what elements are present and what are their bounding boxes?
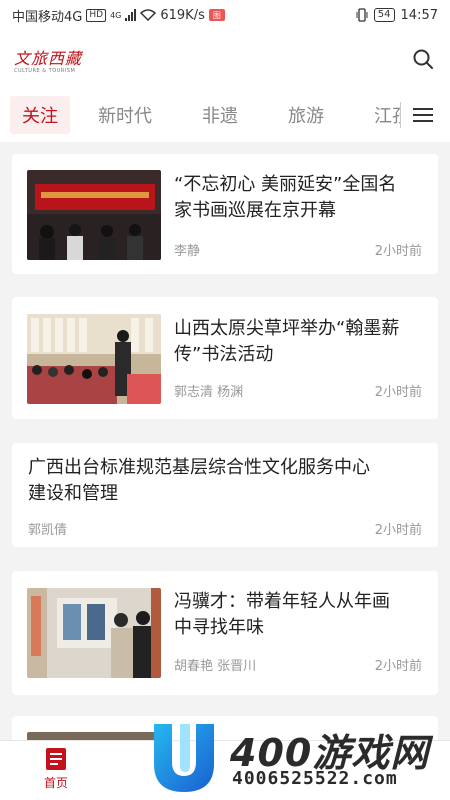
news-time: 2小时前 — [374, 523, 422, 538]
news-thumbnail — [27, 588, 161, 678]
tab-4[interactable]: 江孜 — [362, 96, 400, 134]
news-card[interactable]: 广西出台标准规范基层综合性文化服务中心 建设和管理 郭凯倩 2小时前 — [12, 443, 438, 547]
status-bar: 中国移动4G HD 4G 619K/s 图 54 14:57 — [0, 0, 450, 30]
clock: 14:57 — [400, 7, 438, 23]
tab-3[interactable]: 旅游 — [276, 96, 336, 134]
hamburger-menu-icon — [413, 108, 433, 122]
news-card[interactable]: 山西太原尖草坪举办“翰墨薪 传”书法活动 郭志清 杨渊 2小时前 — [12, 297, 438, 419]
nav-home-label: 首页 — [43, 776, 68, 790]
news-card[interactable]: 冯骥才：带着年轻人从年画 中寻找年味 胡春艳 张晋川 2小时前 — [12, 571, 438, 695]
logo-cn: 文旅西藏 — [14, 48, 83, 68]
news-time: 2小时前 — [374, 244, 422, 259]
news-time: 2小时前 — [374, 659, 422, 674]
news-title-line: 传”书法活动 — [174, 344, 274, 365]
logo-en: CULTURE & TOURISM — [14, 67, 76, 74]
news-author: 胡春艳 张晋川 — [174, 659, 257, 674]
news-title-line: 建设和管理 — [28, 483, 118, 504]
news-thumbnail — [27, 314, 161, 404]
news-author: 郭凯倩 — [28, 523, 68, 538]
app-logo: 文旅西藏 CULTURE & TOURISM — [14, 45, 82, 74]
news-author: 郭志清 杨渊 — [174, 385, 244, 400]
news-title-line: 广西出台标准规范基层综合性文化服务中心 — [28, 457, 370, 478]
watermark-logo-icon — [154, 724, 214, 792]
tab-1[interactable]: 新时代 — [86, 96, 164, 134]
signal-icon — [125, 9, 137, 21]
news-title: “不忘初心 美丽延安”全国名 家书画巡展在京开幕 — [174, 172, 396, 224]
channel-menu-button[interactable] — [401, 88, 445, 142]
news-thumbnail — [27, 170, 161, 260]
news-time: 2小时前 — [374, 385, 422, 400]
tab-scroll: 关注新时代非遗旅游江孜那 — [0, 96, 400, 134]
news-card[interactable]: “不忘初心 美丽延安”全国名 家书画巡展在京开幕 李静 2小时前 — [12, 154, 438, 274]
vibrate-icon — [356, 8, 368, 22]
net-type: 4G — [110, 10, 122, 20]
news-title: 冯骥才：带着年轻人从年画 中寻找年味 — [174, 589, 390, 641]
news-title-line: “不忘初心 美丽延安”全国名 — [174, 174, 397, 195]
news-title: 山西太原尖草坪举办“翰墨薪 传”书法活动 — [174, 316, 399, 368]
tab-2[interactable]: 非遗 — [190, 96, 250, 134]
app-header: 文旅西藏 CULTURE & TOURISM — [0, 30, 450, 88]
news-title-line: 中寻找年味 — [174, 617, 264, 638]
search-icon — [413, 49, 433, 69]
image-notification-icon: 图 — [208, 9, 225, 21]
search-button[interactable] — [410, 46, 436, 72]
tab-0[interactable]: 关注 — [10, 96, 70, 134]
home-icon — [46, 748, 66, 770]
channel-tabs: 关注新时代非遗旅游江孜那 — [0, 88, 450, 142]
carrier-label: 中国移动4G — [12, 9, 83, 25]
net-speed: 619K/s — [160, 7, 205, 23]
news-title: 广西出台标准规范基层综合性文化服务中心 建设和管理 — [28, 455, 370, 507]
watermark-phone: 4006525522.com — [232, 768, 398, 789]
news-title-line: 家书画巡展在京开幕 — [174, 200, 336, 221]
hd-badge: HD — [86, 8, 107, 22]
news-title-line: 冯骥才：带着年轻人从年画 — [174, 591, 390, 612]
battery-indicator: 54 — [373, 8, 395, 22]
wifi-icon — [140, 9, 157, 21]
site-watermark: 400游戏网 4006525522.com — [150, 718, 450, 800]
nav-home[interactable]: 首页 — [28, 747, 84, 791]
news-title-line: 山西太原尖草坪举办“翰墨薪 — [174, 318, 400, 339]
news-author: 李静 — [174, 244, 201, 259]
